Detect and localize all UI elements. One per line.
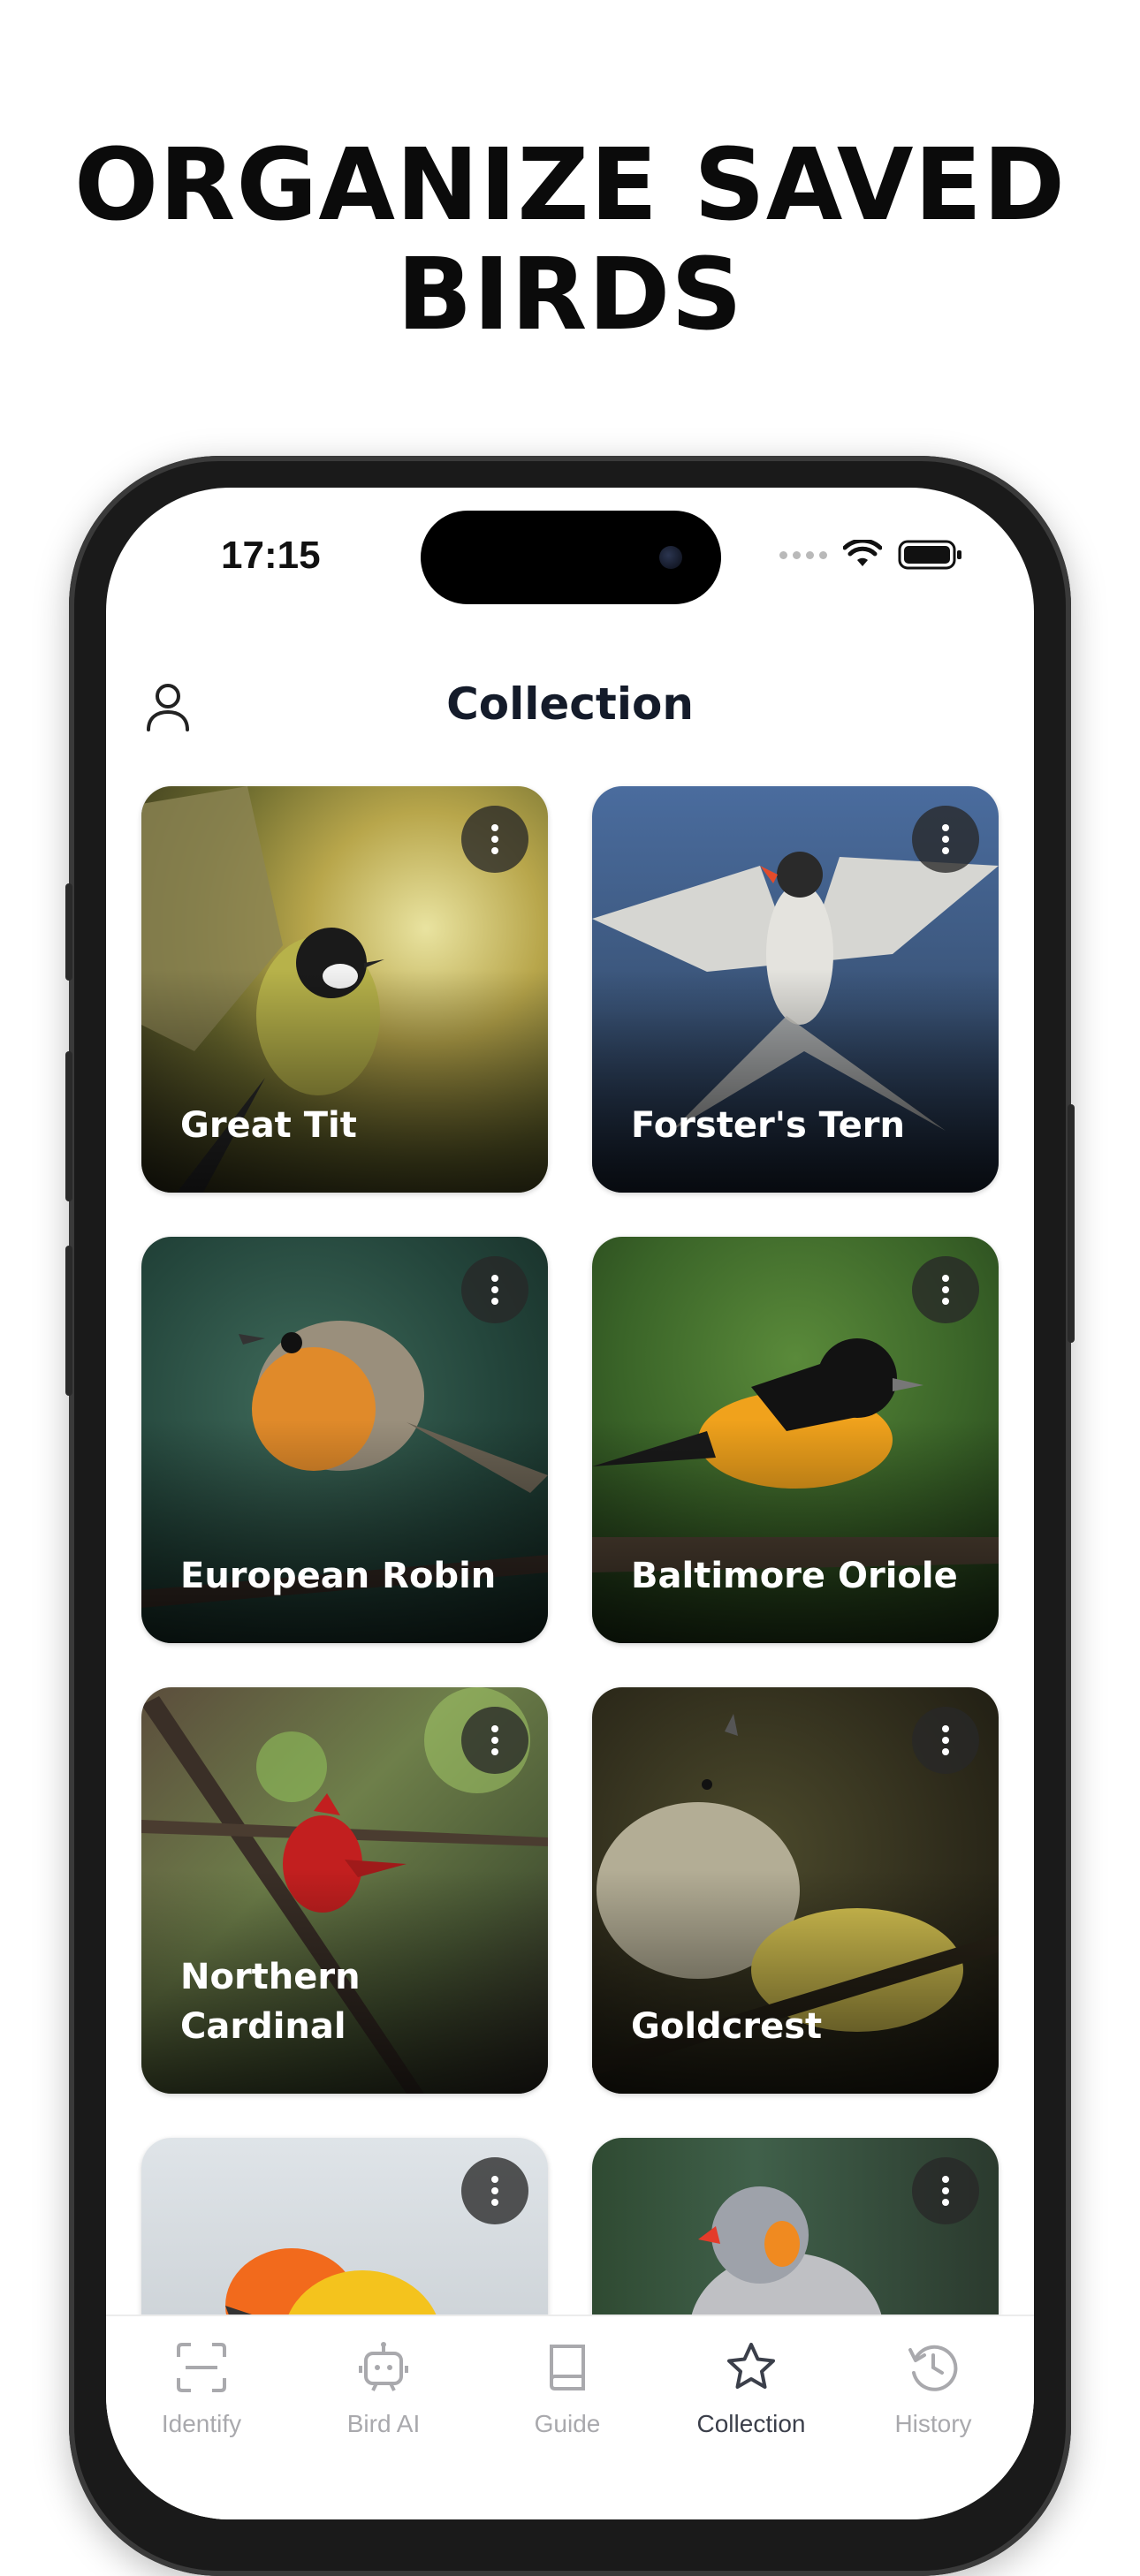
promo-headline: ORGANIZE SAVED BIRDS	[0, 131, 1140, 350]
more-vertical-icon	[942, 1725, 949, 1755]
card-gradient	[592, 1420, 999, 1643]
more-options-button[interactable]	[912, 806, 979, 873]
star-icon	[727, 2343, 775, 2389]
bird-card[interactable]: Goldcrest	[592, 1687, 999, 2094]
tab-history[interactable]: History	[845, 2339, 1022, 2438]
more-vertical-icon	[491, 1725, 498, 1755]
bird-card[interactable]: Northern Cardinal	[141, 1687, 548, 2094]
battery-icon	[898, 540, 961, 570]
more-vertical-icon	[942, 2176, 949, 2206]
bird-name: European Robin	[180, 1556, 497, 1596]
tab-label: Identify	[161, 2410, 242, 2437]
more-options-button[interactable]	[912, 1256, 979, 1323]
card-gradient	[592, 1870, 999, 2094]
more-options-button[interactable]	[912, 2157, 979, 2224]
wifi-icon	[843, 540, 882, 566]
page-title: Collection	[446, 678, 694, 730]
tab-label: History	[894, 2410, 972, 2437]
phone-volume-down	[65, 1246, 72, 1396]
history-icon	[908, 2345, 958, 2391]
signal-icon	[779, 550, 827, 559]
more-vertical-icon	[942, 824, 949, 854]
robot-icon	[359, 2342, 408, 2391]
bird-name: Goldcrest	[631, 2006, 823, 2047]
bird-card[interactable]: Great Tit	[141, 786, 548, 1193]
card-gradient	[141, 969, 548, 1193]
bird-card[interactable]: Forster's Tern	[592, 786, 999, 1193]
more-options-button[interactable]	[461, 806, 528, 873]
scan-icon	[177, 2343, 226, 2392]
more-options-button[interactable]	[461, 2157, 528, 2224]
bird-name: Forster's Tern	[631, 1105, 905, 1146]
more-options-button[interactable]	[461, 1256, 528, 1323]
phone-power-button	[1068, 1104, 1075, 1343]
more-vertical-icon	[491, 1275, 498, 1305]
tab-bar: Identify Bird AI Guide Collection Histor…	[106, 2315, 1034, 2519]
tab-collection[interactable]: Collection	[663, 2339, 840, 2438]
bird-card[interactable]: European Robin	[141, 1237, 548, 1643]
app-screen: 17:15 Collection Great Tit Forster's Ter…	[106, 488, 1034, 2519]
book-icon	[550, 2345, 585, 2390]
tab-label: Guide	[534, 2410, 601, 2437]
more-vertical-icon	[491, 824, 498, 854]
phone-volume-up	[65, 1051, 72, 1201]
card-gradient	[592, 969, 999, 1193]
tab-bird-ai[interactable]: Bird AI	[295, 2339, 472, 2438]
top-bar: Collection	[106, 655, 1034, 753]
card-gradient	[141, 1420, 548, 1643]
bird-name: Great Tit	[180, 1105, 357, 1146]
tab-identify[interactable]: Identify	[113, 2339, 290, 2438]
more-options-button[interactable]	[912, 1707, 979, 1774]
status-time: 17:15	[221, 534, 321, 577]
more-vertical-icon	[942, 1275, 949, 1305]
bird-card[interactable]: Baltimore Oriole	[592, 1237, 999, 1643]
dynamic-island	[421, 511, 721, 604]
tab-guide[interactable]: Guide	[479, 2339, 656, 2438]
tab-label: Bird AI	[346, 2410, 421, 2437]
headline-line-2: BIRDS	[397, 238, 743, 352]
headline-line-1: ORGANIZE SAVED	[73, 128, 1067, 243]
more-options-button[interactable]	[461, 1707, 528, 1774]
status-icons	[779, 537, 963, 572]
phone-side-button	[65, 883, 72, 981]
camera-icon	[659, 546, 682, 569]
more-vertical-icon	[491, 2176, 498, 2206]
bird-name: Baltimore Oriole	[631, 1556, 958, 1596]
tab-label: Collection	[696, 2410, 806, 2437]
bird-name: Northern Cardinal	[180, 1957, 361, 2047]
